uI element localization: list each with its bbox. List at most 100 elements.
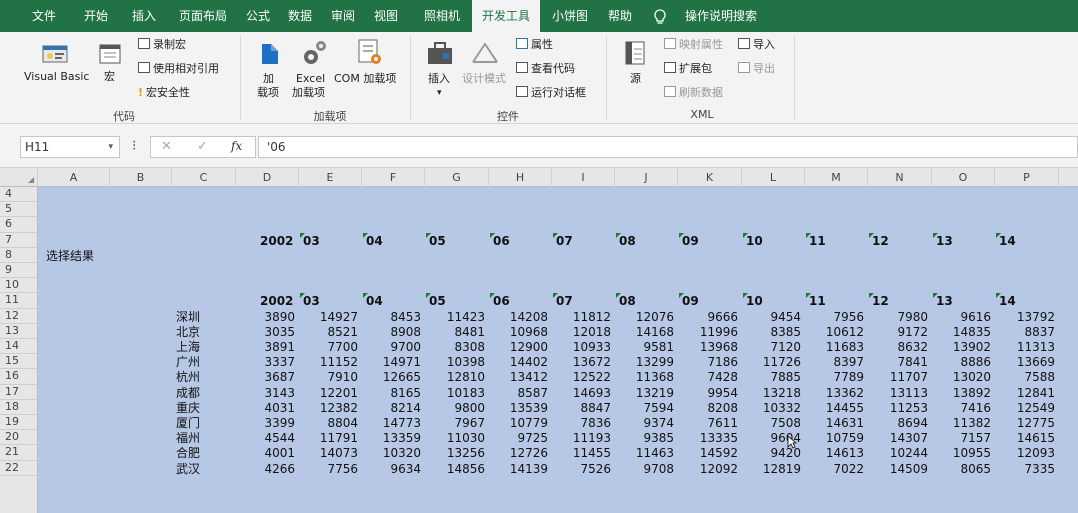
cell-city[interactable]: 深圳 [176,310,200,324]
cell-value[interactable]: 12092 [678,462,738,476]
cell-value[interactable]: 11996 [678,325,738,339]
cell-value[interactable]: 12810 [425,370,485,384]
cell-value[interactable]: 10933 [552,340,611,354]
cell-value[interactable]: 8308 [425,340,485,354]
column-header[interactable]: J [615,168,678,187]
cell-year-header[interactable]: 2002 [260,234,293,248]
cell-year-header[interactable]: 07 [556,234,573,248]
cell-value[interactable]: 8208 [678,401,738,415]
cell-value[interactable]: 7526 [552,462,611,476]
cell-city[interactable]: 武汉 [176,462,200,476]
cell-value[interactable]: 14139 [489,462,548,476]
cell-value[interactable]: 11193 [552,431,611,445]
cell-year-header[interactable]: 09 [682,294,699,308]
cell-value[interactable]: 14631 [805,416,864,430]
cell-value[interactable]: 14592 [678,446,738,460]
cell-value[interactable]: 7611 [678,416,738,430]
cell-value[interactable]: 12775 [995,416,1055,430]
cell-value[interactable]: 10759 [805,431,864,445]
tab-view[interactable]: 视图 [364,0,408,32]
insert-function-icon[interactable]: fx [231,139,242,153]
cell-value[interactable]: 10398 [425,355,485,369]
cell-value[interactable]: 14613 [805,446,864,460]
cell-value[interactable]: 11313 [995,340,1055,354]
cell-value[interactable]: 3890 [236,310,295,324]
cell-value[interactable]: 10955 [932,446,991,460]
row-header[interactable]: 20 [0,430,37,446]
cell-value[interactable]: 8385 [742,325,801,339]
row-header[interactable]: 14 [0,339,37,355]
cell-value[interactable]: 9374 [615,416,674,430]
cell-value[interactable]: 9385 [615,431,674,445]
row-header[interactable]: 4 [0,187,37,203]
cell-value[interactable]: 4031 [236,401,295,415]
cell-value[interactable]: 8804 [299,416,358,430]
tab-home[interactable]: 开始 [72,0,120,32]
cell-value[interactable]: 14971 [362,355,421,369]
cell-label[interactable]: 选择结果 [46,249,94,263]
cell-value[interactable]: 8632 [868,340,928,354]
cell-year-header[interactable]: 04 [366,294,383,308]
cell-value[interactable]: 3143 [236,386,295,400]
column-header[interactable]: F [362,168,425,187]
cell-value[interactable]: 9725 [489,431,548,445]
cell-value[interactable]: 9616 [932,310,991,324]
cell-year-header[interactable]: 06 [493,234,510,248]
cell-city[interactable]: 合肥 [176,446,200,460]
map-properties-button[interactable]: 映射属性 [664,38,723,52]
cell-city[interactable]: 厦门 [176,416,200,430]
row-header[interactable]: 18 [0,400,37,415]
enter-check-icon[interactable]: ✓ [197,139,208,154]
cell-value[interactable]: 10332 [742,401,801,415]
macro-security-button[interactable]: ! 宏安全性 [138,86,190,100]
row-header[interactable]: 22 [0,461,37,476]
cell-value[interactable]: 11683 [805,340,864,354]
cell-value[interactable]: 7700 [299,340,358,354]
cell-value[interactable]: 9708 [615,462,674,476]
cell-value[interactable]: 12665 [362,370,421,384]
cell-city[interactable]: 广州 [176,355,200,369]
cell-value[interactable]: 3687 [236,370,295,384]
tab-help[interactable]: 帮助 [600,0,640,32]
cell-city[interactable]: 成都 [176,386,200,400]
tab-review[interactable]: 审阅 [322,0,364,32]
select-all-corner[interactable] [0,168,38,187]
insert-control-button[interactable]: 插入 [428,72,450,86]
cell-value[interactable]: 12841 [995,386,1055,400]
row-header[interactable]: 15 [0,354,37,370]
cell-year-header[interactable]: 03 [303,294,320,308]
cell-value[interactable]: 8521 [299,325,358,339]
cell-value[interactable]: 8453 [362,310,421,324]
cell-value[interactable]: 12018 [552,325,611,339]
cell-value[interactable]: 7588 [995,370,1055,384]
cell-value[interactable]: 9172 [868,325,928,339]
cell-year-header[interactable]: 09 [682,234,699,248]
cell-value[interactable]: 14856 [425,462,485,476]
cell-city[interactable]: 福州 [176,431,200,445]
tab-page-layout[interactable]: 页面布局 [168,0,238,32]
com-addins-button[interactable]: COM 加载项 [334,72,396,86]
cell-value[interactable]: 7157 [932,431,991,445]
cell-value[interactable]: 7956 [805,310,864,324]
row-header[interactable]: 13 [0,324,37,339]
addins-button-line1[interactable]: 加 [263,72,274,86]
cell-year-header[interactable]: 11 [809,234,826,248]
cell-value[interactable]: 7910 [299,370,358,384]
name-box[interactable]: H11 ▾ [20,136,120,158]
cell-value[interactable]: 13539 [489,401,548,415]
cell-year-header[interactable]: 03 [303,234,320,248]
cell-value[interactable]: 8847 [552,401,611,415]
cell-value[interactable]: 9634 [362,462,421,476]
relative-reference-button[interactable]: 使用相对引用 [138,62,219,76]
cell-value[interactable]: 12093 [995,446,1055,460]
cell-year-header[interactable]: 04 [366,234,383,248]
cell-value[interactable]: 9800 [425,401,485,415]
cell-value[interactable]: 7836 [552,416,611,430]
macros-button[interactable]: 宏 [104,70,115,84]
cell-value[interactable]: 12726 [489,446,548,460]
tab-developer[interactable]: 开发工具 [472,0,540,32]
cell-value[interactable]: 8886 [932,355,991,369]
cell-value[interactable]: 13672 [552,355,611,369]
tab-mini-pie[interactable]: 小饼图 [542,0,598,32]
more-icon[interactable]: ⁝ [132,138,136,154]
